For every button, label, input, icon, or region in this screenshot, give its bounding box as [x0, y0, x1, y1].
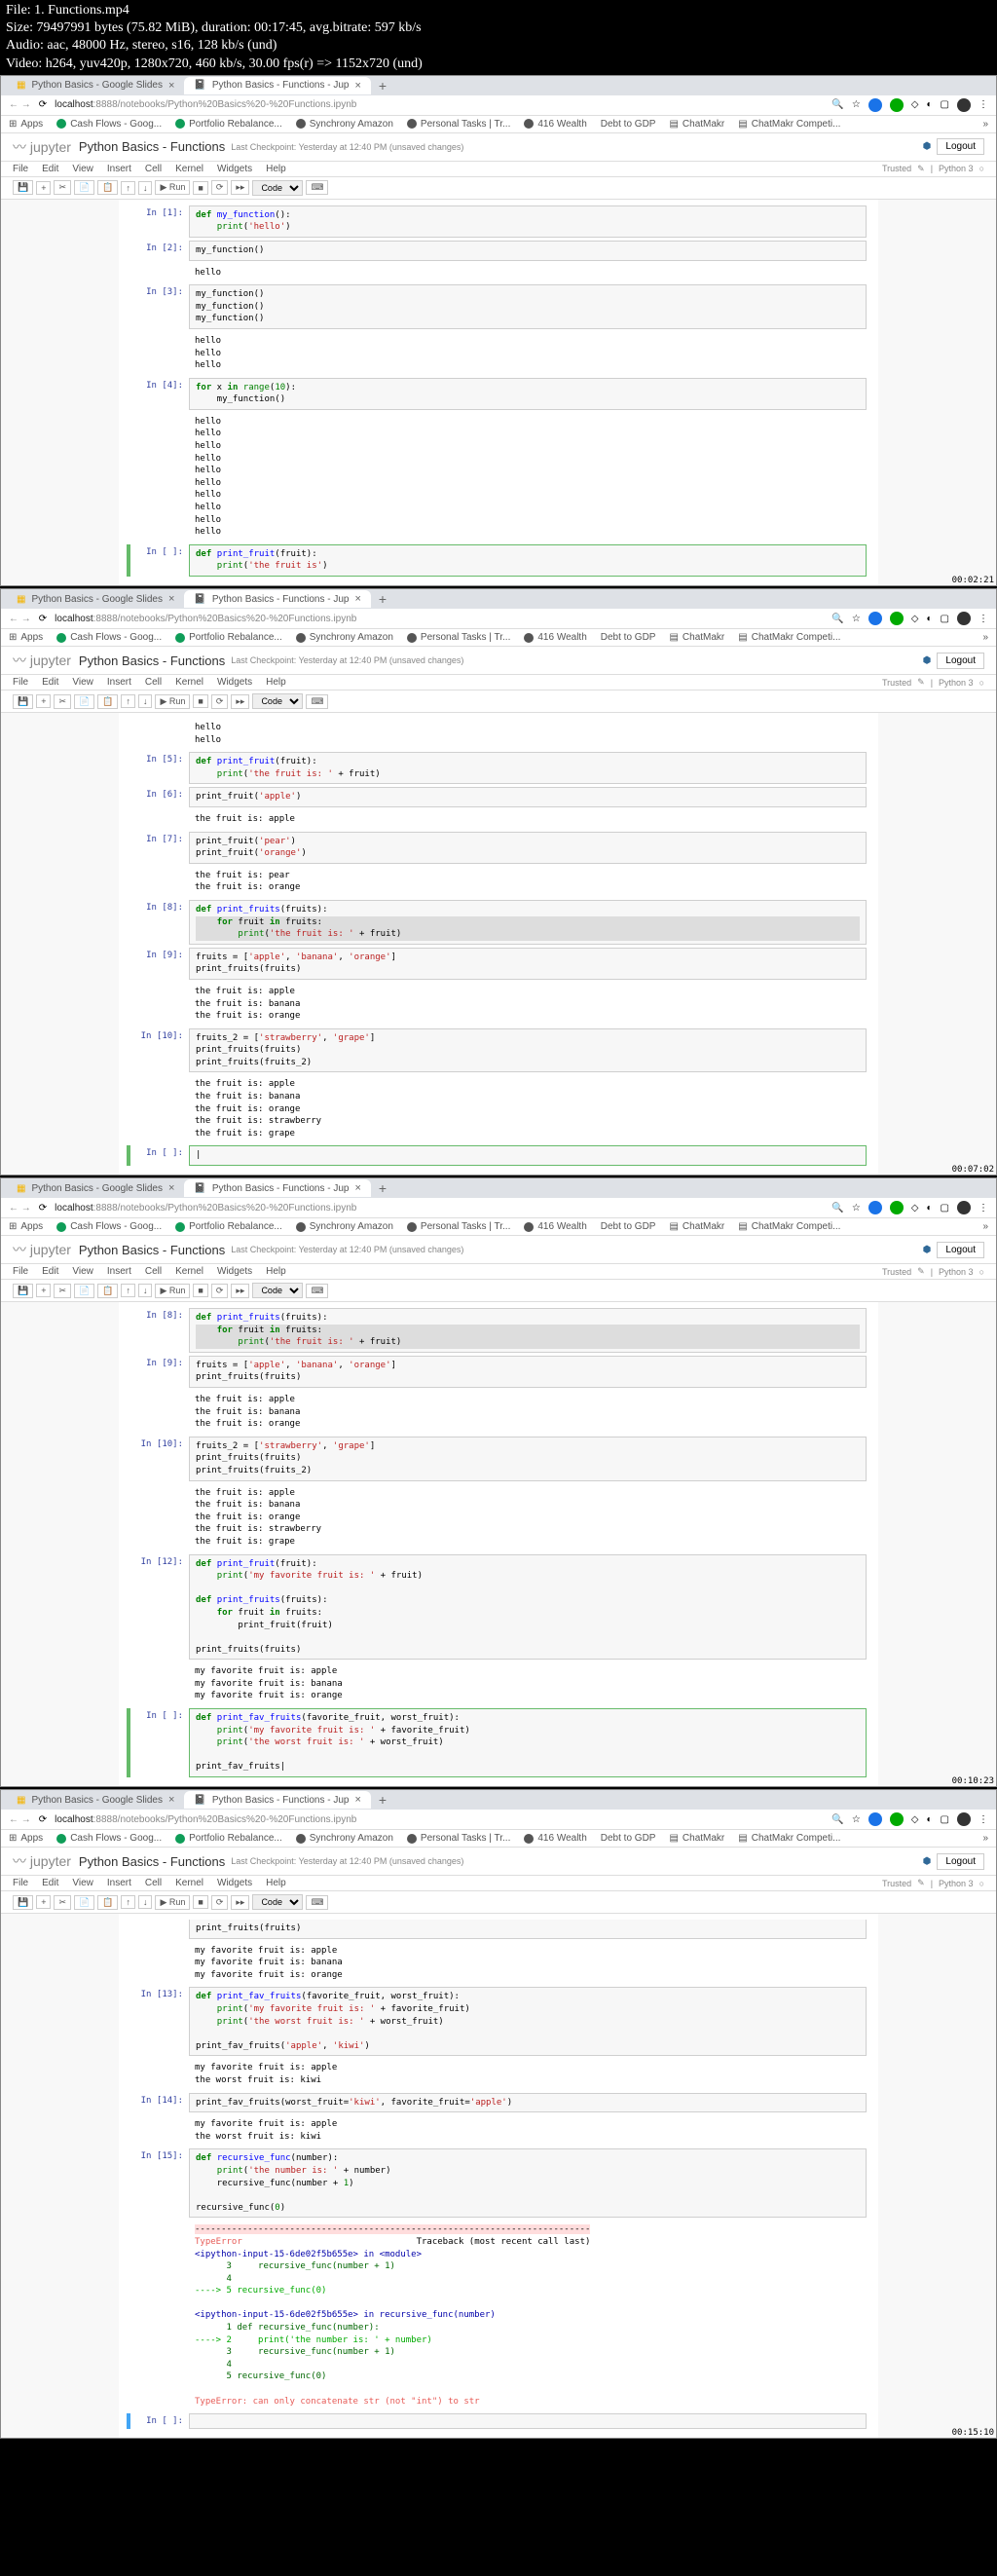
menu-view[interactable]: View — [72, 164, 93, 174]
jupyter-header: 〰 jupyter Python Basics - Functions Last… — [1, 133, 996, 162]
menu-file[interactable]: File — [13, 164, 28, 174]
checkpoint-text: Last Checkpoint: Yesterday at 12:40 PM (… — [231, 142, 463, 152]
url-bar[interactable]: localhost:8888/notebooks/Python%20Basics… — [55, 99, 824, 110]
new-tab-button[interactable]: + — [371, 78, 394, 93]
ext-icon[interactable] — [868, 98, 882, 112]
move-up-icon[interactable]: ↑ — [121, 181, 135, 195]
screenshot-panel-2: ▦Python Basics - Google Slides×📓Python B… — [0, 588, 997, 1176]
star-icon[interactable]: ☆ — [852, 99, 861, 110]
kernel-idle-icon: ○ — [979, 164, 984, 173]
stop-icon[interactable]: ■ — [193, 181, 207, 195]
celltype-select[interactable]: Code — [252, 180, 303, 196]
nav-back-forward[interactable]: ← → — [9, 99, 31, 110]
menu-help[interactable]: Help — [266, 164, 286, 174]
move-down-icon[interactable]: ↓ — [138, 181, 153, 195]
paste-icon[interactable]: 📋 — [97, 180, 118, 195]
bookmark[interactable]: Cash Flows - Goog... — [56, 119, 162, 130]
browser-tabs: ▦Python Basics - Google Slides× 📓Python … — [1, 76, 996, 95]
trusted-label: Trusted — [882, 164, 911, 173]
menu-widgets[interactable]: Widgets — [217, 164, 252, 174]
bookmark-overflow[interactable]: » — [982, 119, 988, 130]
menu-insert[interactable]: Insert — [107, 164, 131, 174]
ext-icon[interactable] — [890, 98, 904, 112]
save-icon[interactable]: 💾 — [13, 180, 33, 195]
jupyter-logo-icon[interactable]: 〰 jupyter — [13, 137, 71, 157]
run-button[interactable]: ▶ Run — [155, 180, 190, 195]
restart-run-icon[interactable]: ▸▸ — [231, 180, 249, 195]
bookmark-apps[interactable]: ⊞ Apps — [9, 119, 43, 130]
output-cell: hello — [189, 264, 867, 282]
profile-icon[interactable] — [957, 98, 971, 112]
menu-kernel[interactable]: Kernel — [175, 164, 203, 174]
menu-edit[interactable]: Edit — [42, 164, 58, 174]
screenshot-panel-3: ▦Python Basics - Google Slides×📓Python B… — [0, 1177, 997, 1787]
jupyter-toolbar: 💾 + ✂ 📄 📋 ↑ ↓ ▶ Run ■ ⟳ ▸▸ Code ⌨ — [1, 177, 996, 200]
code-cell[interactable]: my_function() my_function() my_function(… — [189, 284, 867, 329]
bookmark[interactable]: ▤ ChatMakr — [669, 119, 724, 130]
ext-icon[interactable]: ◐ — [927, 99, 933, 110]
edit-icon[interactable]: ✎ — [917, 164, 925, 174]
cut-icon[interactable]: ✂ — [54, 180, 71, 195]
error-output: ----------------------------------------… — [189, 2221, 867, 2410]
bookmark[interactable]: Personal Tasks | Tr... — [407, 119, 510, 130]
file-info: File: 1. Functions.mp4 Size: 79497991 by… — [0, 0, 997, 75]
jupyter-menu: File Edit View Insert Cell Kernel Widget… — [1, 162, 996, 177]
bookmark[interactable]: Debt to GDP — [601, 119, 656, 130]
cell-prompt: In [1]: — [130, 205, 189, 238]
output-cell: hello hello hello — [189, 332, 867, 375]
kernel-name[interactable]: Python 3 — [939, 164, 974, 173]
search-icon[interactable]: 🔍 — [831, 99, 843, 110]
restart-icon[interactable]: ⟳ — [211, 180, 229, 195]
tab-jupyter[interactable]: 📓Python Basics - Functions - Jup× — [184, 77, 371, 94]
timestamp: 00:02:21 — [952, 576, 994, 585]
code-cell[interactable]: my_function() — [189, 241, 867, 261]
screenshot-panel-1: ▦Python Basics - Google Slides× 📓Python … — [0, 75, 997, 586]
copy-icon[interactable]: 📄 — [74, 180, 94, 195]
ext-icon[interactable]: ◇ — [911, 99, 919, 110]
cast-icon[interactable]: ▢ — [941, 99, 949, 110]
notebook-title[interactable]: Python Basics - Functions — [79, 139, 225, 154]
bookmark[interactable]: Synchrony Amazon — [296, 119, 393, 130]
code-cell[interactable]: for x in range(10): my_function() — [189, 378, 867, 410]
bookmark[interactable]: ▤ ChatMakr Competi... — [738, 119, 840, 130]
close-icon[interactable]: × — [354, 80, 360, 92]
menu-cell[interactable]: Cell — [145, 164, 162, 174]
close-icon[interactable]: × — [168, 80, 174, 92]
logout-button[interactable]: Logout — [937, 138, 984, 155]
code-cell[interactable]: def print_fruit(fruit): print('the fruit… — [189, 544, 867, 577]
bookmark[interactable]: Portfolio Rebalance... — [175, 119, 282, 130]
menu-icon[interactable]: ⋮ — [979, 99, 988, 110]
code-cell[interactable]: def my_function(): print('hello') — [189, 205, 867, 238]
bookmarks-bar: ⊞ Apps Cash Flows - Goog... Portfolio Re… — [1, 116, 996, 133]
reload-icon[interactable]: ⟳ — [39, 99, 47, 110]
notebook-body: In [1]:def my_function(): print('hello')… — [119, 200, 878, 585]
tab-slides[interactable]: ▦Python Basics - Google Slides× — [7, 77, 184, 94]
command-palette-icon[interactable]: ⌨ — [306, 180, 328, 195]
python-logo-icon: ⬢ — [923, 141, 932, 152]
add-cell-icon[interactable]: + — [36, 181, 51, 195]
output-cell: hello hello hello hello hello hello hell… — [189, 413, 867, 541]
screenshot-panel-4: ▦Python Basics - Google Slides×📓Python B… — [0, 1789, 997, 2439]
bookmark[interactable]: 416 Wealth — [524, 119, 586, 130]
